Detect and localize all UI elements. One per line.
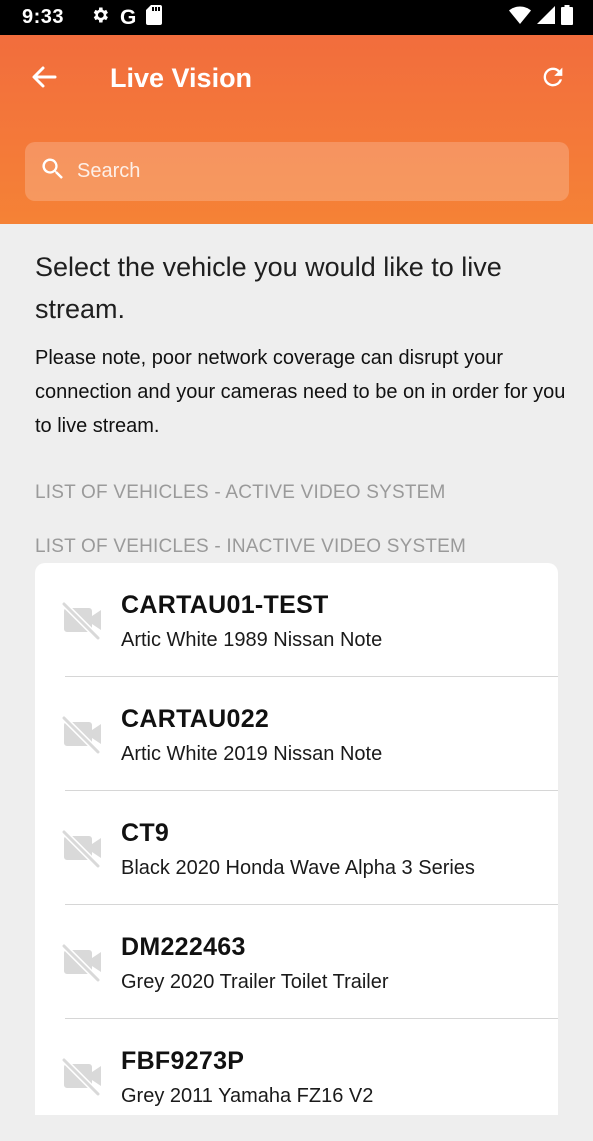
vehicle-list-item[interactable]: CARTAU022 Artic White 2019 Nissan Note xyxy=(35,677,558,791)
vehicle-name: DM222463 xyxy=(121,933,246,961)
back-arrow-icon xyxy=(31,65,57,94)
search-input[interactable] xyxy=(77,160,537,183)
inactive-section-label: LIST OF VEHICLES - INACTIVE VIDEO SYSTEM xyxy=(35,536,467,557)
status-left: 9:33 G xyxy=(22,5,163,30)
vehicle-list-item[interactable]: CARTAU01-TEST Artic White 1989 Nissan No… xyxy=(35,563,558,677)
vehicle-description: Artic White 2019 Nissan Note xyxy=(121,743,383,765)
vehicle-description: Grey 2020 Trailer Toilet Trailer xyxy=(121,971,389,993)
vehicle-description: Grey 2011 Yamaha FZ16 V2 xyxy=(121,1085,374,1107)
back-button[interactable] xyxy=(24,59,64,99)
app-bar: Live Vision xyxy=(0,35,593,224)
google-g-icon: G xyxy=(120,5,137,29)
page-title: Live Vision xyxy=(110,63,253,93)
instruction-heading: Select the vehicle you would like to liv… xyxy=(35,252,502,324)
status-right xyxy=(509,0,573,35)
vehicle-description: Black 2020 Honda Wave Alpha 3 Series xyxy=(121,857,475,879)
signal-icon xyxy=(537,6,555,29)
search-icon xyxy=(39,155,67,188)
refresh-icon xyxy=(539,63,567,96)
vehicle-name: CARTAU01-TEST xyxy=(121,591,329,619)
wifi-icon xyxy=(509,6,531,29)
inactive-vehicle-list: CARTAU01-TEST Artic White 1989 Nissan No… xyxy=(35,563,558,1115)
video-off-icon xyxy=(60,1056,104,1097)
video-off-icon xyxy=(60,828,104,869)
vehicle-list-item[interactable]: CT9 Black 2020 Honda Wave Alpha 3 Series xyxy=(35,791,558,905)
gear-icon xyxy=(90,5,110,30)
main-content: Select the vehicle you would like to liv… xyxy=(0,224,593,1141)
vehicle-name: CT9 xyxy=(121,819,170,847)
battery-icon xyxy=(561,5,573,30)
status-bar: 9:33 G xyxy=(0,0,593,35)
refresh-button[interactable] xyxy=(533,59,573,99)
video-off-icon xyxy=(60,714,104,755)
vehicle-name: FBF9273P xyxy=(121,1047,245,1075)
vehicle-name: CARTAU022 xyxy=(121,705,270,733)
search-bar[interactable] xyxy=(25,142,569,201)
status-time: 9:33 xyxy=(22,6,65,28)
vehicle-list-item[interactable]: FBF9273P Grey 2011 Yamaha FZ16 V2 xyxy=(35,1019,558,1115)
video-off-icon xyxy=(60,600,104,641)
active-section-label: LIST OF VEHICLES - ACTIVE VIDEO SYSTEM xyxy=(35,482,446,503)
vehicle-description: Artic White 1989 Nissan Note xyxy=(121,629,383,651)
video-off-icon xyxy=(60,942,104,983)
network-note: Please note, poor network coverage can d… xyxy=(35,347,566,437)
vehicle-list-item[interactable]: DM222463 Grey 2020 Trailer Toilet Traile… xyxy=(35,905,558,1019)
sd-card-icon xyxy=(146,5,163,30)
